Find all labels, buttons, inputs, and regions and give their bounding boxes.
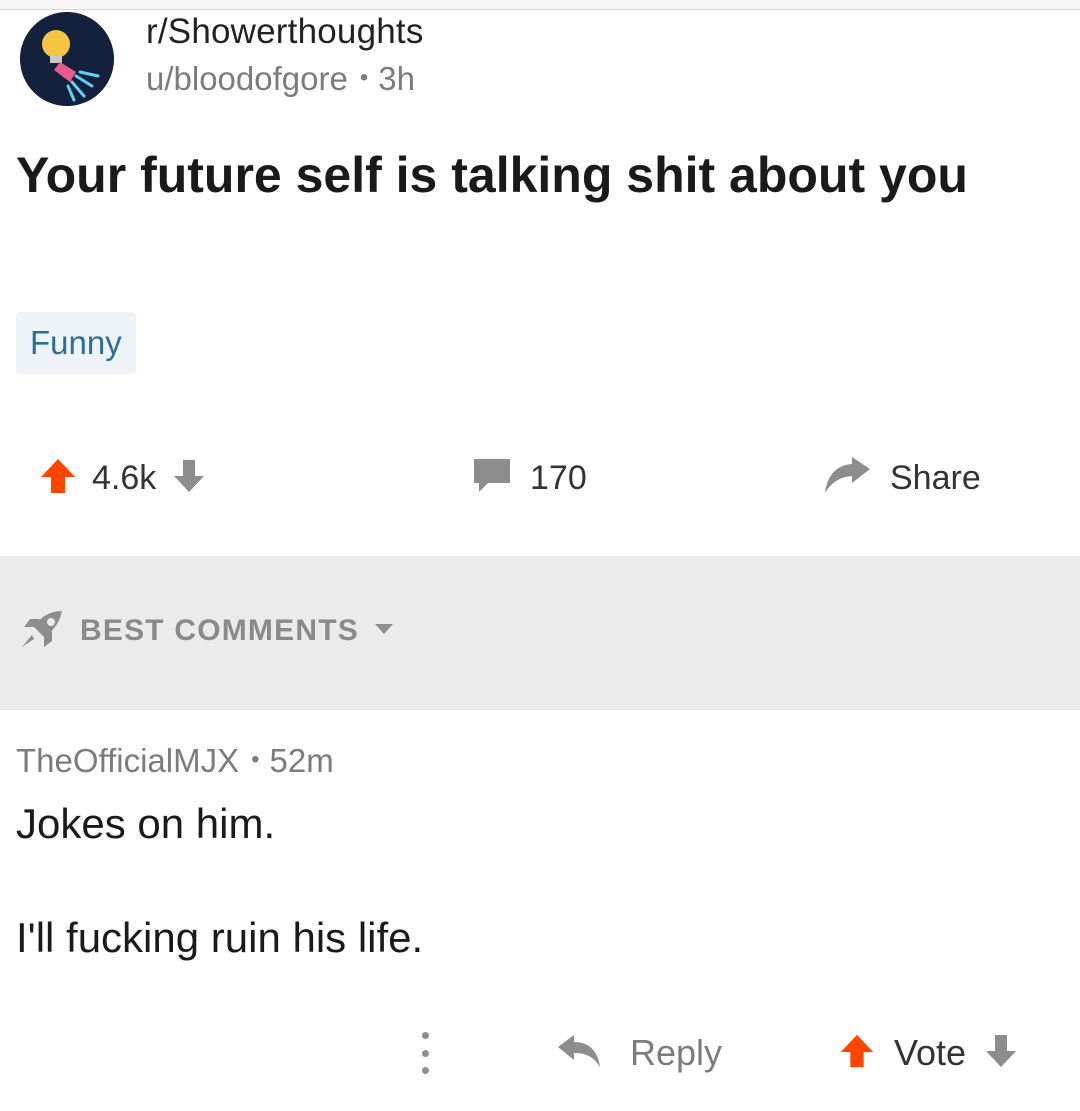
comment-age: 52m xyxy=(269,742,334,779)
arrow-down-icon[interactable] xyxy=(984,1033,1018,1074)
ellipsis-dot xyxy=(421,1032,429,1039)
comment-meta: TheOfficialMJX • 52m xyxy=(16,742,334,780)
meta-separator: • xyxy=(359,64,369,91)
post-meta: u/bloodofgore • 3h xyxy=(146,60,415,98)
reply-arrow-icon xyxy=(556,1033,602,1074)
rocket-icon xyxy=(18,607,66,656)
vote-label: Vote xyxy=(894,1032,967,1073)
share-button[interactable]: Share xyxy=(822,448,981,508)
comment-action-bar: Reply Vote xyxy=(0,1022,1080,1084)
share-label: Share xyxy=(890,458,981,497)
speech-bubble-icon xyxy=(470,455,514,502)
comment-author[interactable]: TheOfficialMJX xyxy=(16,742,239,779)
ellipsis-dot xyxy=(421,1049,429,1057)
caret-down-icon xyxy=(373,622,395,641)
comment-body-line-1: Jokes on him. xyxy=(16,800,276,847)
post-score: 4.6k xyxy=(92,458,157,497)
arrow-up-icon[interactable] xyxy=(838,1032,876,1075)
subreddit-avatar-icon[interactable] xyxy=(20,12,114,106)
post-title[interactable]: Your future self is talking shit about y… xyxy=(16,142,1056,208)
arrow-down-icon[interactable] xyxy=(172,458,206,499)
comment-body-line-2: I'll fucking ruin his life. xyxy=(16,914,424,961)
ellipsis-dot xyxy=(421,1067,429,1074)
comment-count: 170 xyxy=(530,458,587,497)
post-author[interactable]: u/bloodofgore xyxy=(146,60,348,97)
sort-label: BEST COMMENTS xyxy=(80,614,359,647)
reply-label: Reply xyxy=(630,1032,723,1073)
subreddit-name[interactable]: r/Showerthoughts xyxy=(146,12,424,52)
post-age: 3h xyxy=(378,60,415,97)
post-flair[interactable]: Funny xyxy=(16,312,136,374)
comments-button[interactable]: 170 xyxy=(470,448,587,508)
share-arrow-icon xyxy=(822,455,872,502)
post-action-bar: 4.6k 170 Share xyxy=(0,448,1080,508)
vote-group: 4.6k xyxy=(38,448,206,508)
vertical-ellipsis-icon[interactable] xyxy=(410,1026,440,1080)
comment-meta-separator: • xyxy=(251,746,260,773)
comment-sort-bar: BEST COMMENTS xyxy=(0,556,1080,710)
comment-vote-group: Vote xyxy=(838,1022,1018,1084)
arrow-up-icon[interactable] xyxy=(38,456,78,501)
sort-selector[interactable]: BEST COMMENTS xyxy=(18,606,395,656)
reply-button[interactable]: Reply xyxy=(556,1022,722,1084)
top-border xyxy=(0,0,1080,10)
